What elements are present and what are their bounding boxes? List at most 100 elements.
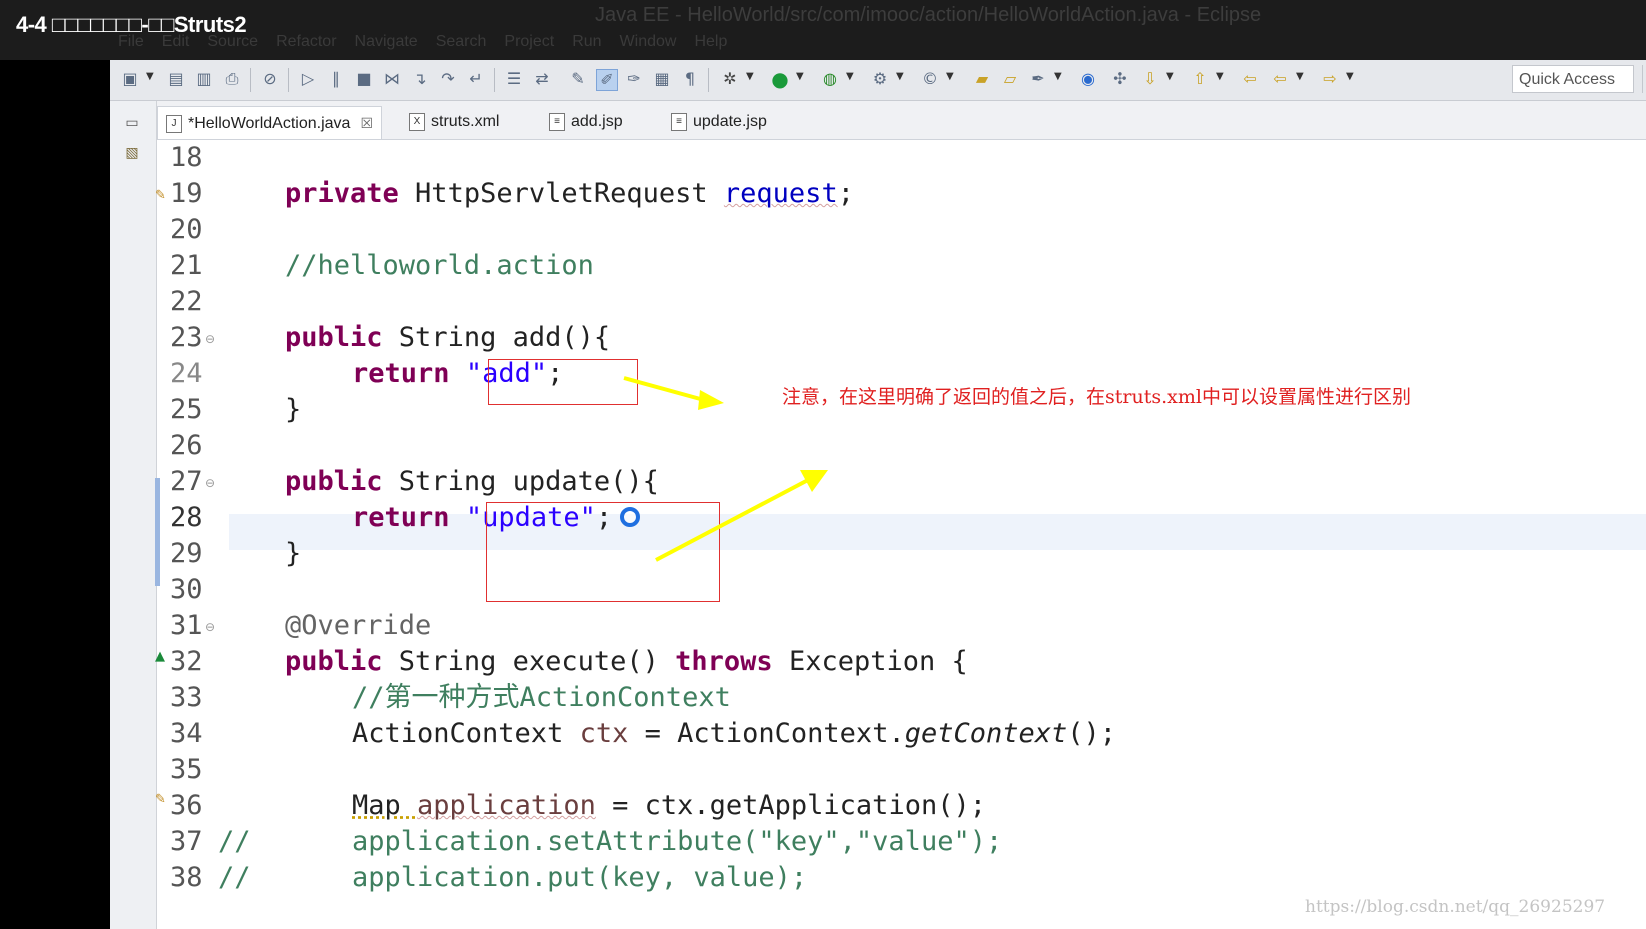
code-comment: // [218, 862, 251, 893]
run-server-icon[interactable]: ◍ [820, 69, 840, 89]
suspend-icon[interactable]: ∥ [326, 69, 346, 89]
editor-tab-bar: J *HelloWorldAction.java ☒ Xstruts.xml ≡ ad… [157, 101, 1646, 140]
annotation-icon[interactable]: ✑ [624, 69, 644, 89]
line-number: 18 [170, 142, 203, 173]
save-all-icon[interactable]: ▥ [194, 69, 214, 89]
tab-struts-xml[interactable]: Xstruts.xml [409, 106, 499, 138]
java-file-icon: J [166, 114, 182, 133]
video-title-overlay: 4-4 □□□□□□□-□□Struts2 [16, 12, 247, 37]
code-comment: //第一种方式ActionContext [352, 682, 731, 713]
new-class-icon[interactable]: © [920, 69, 940, 89]
menu-refactor[interactable]: Refactor [276, 33, 336, 55]
left-trim-bar: ▭ ▧ [110, 101, 157, 929]
tab-update-jsp[interactable]: ≡ update.jsp [671, 106, 767, 138]
xml-file-icon: X [409, 112, 425, 131]
code-line: public String add(){ [285, 320, 610, 356]
step-into-icon[interactable]: ↴ [410, 69, 430, 89]
field-name: request [723, 178, 838, 209]
menu-window[interactable]: Window [620, 33, 677, 55]
code-line: } [285, 394, 302, 425]
chevron-down-icon[interactable]: ▼ [1216, 71, 1224, 82]
chevron-down-icon[interactable]: ▼ [846, 71, 854, 82]
line-number-gutter: ✎ ▲ ✎ 18 19 20 21 22 23 ⊖ 24 25 26 27 ⊖ … [155, 140, 225, 929]
code-line: public String update(){ [285, 464, 659, 500]
prev-annotation-icon[interactable]: ⇧ [1190, 69, 1210, 89]
open-folder-icon[interactable]: ▰ [972, 69, 992, 89]
forward-icon[interactable]: ⇨ [1320, 69, 1340, 89]
line-number: 22 [170, 286, 203, 317]
chevron-down-icon[interactable]: ▼ [896, 71, 904, 82]
chevron-down-icon[interactable]: ▼ [1166, 71, 1174, 82]
code-token: = ctx.getApplication(); [595, 790, 986, 821]
quick-access-input[interactable]: Quick Access [1512, 65, 1634, 93]
search-tools-icon[interactable]: ✣ [1110, 69, 1130, 89]
terminate-icon[interactable]: ■ [354, 69, 374, 89]
block-selection-icon[interactable]: ¶ [680, 69, 700, 89]
fold-icon[interactable]: ⊖ [205, 620, 215, 634]
debug-icon[interactable]: ✲ [720, 69, 740, 89]
code-editor[interactable]: ✎ ▲ ✎ 18 19 20 21 22 23 ⊖ 24 25 26 27 ⊖ … [155, 140, 1646, 929]
warning-marker-icon[interactable]: ✎ [155, 792, 166, 807]
chevron-down-icon[interactable]: ▼ [1346, 71, 1354, 82]
fold-icon[interactable]: ⊖ [205, 476, 215, 490]
chevron-down-icon[interactable]: ▼ [146, 71, 154, 82]
skip-breakpoints-icon[interactable]: ⊘ [260, 69, 280, 89]
tab-add-jsp[interactable]: ≡ add.jsp [549, 106, 623, 138]
step-return-icon[interactable]: ↵ [466, 69, 486, 89]
pen-icon[interactable]: ✒ [1028, 69, 1048, 89]
menu-project[interactable]: Project [504, 33, 554, 55]
menu-run[interactable]: Run [572, 33, 601, 55]
code-token: String execute() [382, 646, 676, 677]
back-icon[interactable]: ⇦ [1270, 69, 1290, 89]
tab-helloworldaction[interactable]: J *HelloWorldAction.java ☒ [157, 106, 383, 139]
line-number: 31 [170, 610, 203, 641]
menu-search[interactable]: Search [436, 33, 487, 55]
fold-icon[interactable]: ⊖ [205, 332, 215, 346]
tab-label: add.jsp [571, 113, 623, 130]
save-icon[interactable]: ▤ [166, 69, 186, 89]
chevron-down-icon[interactable]: ▼ [946, 71, 954, 82]
chevron-down-icon[interactable]: ▼ [1296, 71, 1304, 82]
menu-navigate[interactable]: Navigate [355, 33, 418, 55]
chevron-down-icon[interactable]: ▼ [746, 71, 754, 82]
warning-marker-icon[interactable]: ✎ [155, 188, 166, 203]
code-line: public String execute() throws Exception… [285, 644, 968, 680]
code-token: String add(){ [382, 322, 611, 353]
chevron-down-icon[interactable]: ▼ [1054, 71, 1062, 82]
resume-icon[interactable]: ▷ [298, 69, 318, 89]
open-file-icon[interactable]: ▱ [1000, 69, 1020, 89]
mouse-cursor-indicator [620, 507, 640, 527]
local-variable: application [417, 790, 596, 821]
menu-help[interactable]: Help [694, 33, 727, 55]
package-explorer-icon[interactable]: ▧ [122, 145, 142, 165]
window-title: Java EE - HelloWorld/src/com/imooc/actio… [595, 4, 1262, 26]
step-over-icon[interactable]: ↷ [438, 69, 458, 89]
code-line: ActionContext ctx = ActionContext.getCon… [352, 716, 1116, 752]
annotation-note: 注意，在这里明确了返回的值之后，在struts.xml中可以设置属性进行区别 [782, 386, 1411, 408]
new-server-icon[interactable]: ⚙ [870, 69, 890, 89]
show-whitespace-icon[interactable]: ▦ [652, 69, 672, 89]
close-icon[interactable]: ☒ [360, 115, 373, 131]
line-number: 25 [170, 394, 203, 425]
new-icon[interactable]: ▣ [120, 69, 140, 89]
open-type-icon[interactable]: ⇄ [532, 69, 552, 89]
code-line: } [285, 538, 302, 569]
next-annotation-icon[interactable]: ⇩ [1140, 69, 1160, 89]
restore-icon[interactable]: ▭ [122, 115, 142, 135]
run-icon[interactable]: ● [770, 69, 790, 89]
line-number: 20 [170, 214, 203, 245]
line-number: 23 [170, 322, 203, 353]
disconnect-icon[interactable]: ⋈ [382, 69, 402, 89]
highlight-icon[interactable]: ✐ [596, 69, 618, 91]
main-toolbar: ▣ ▼ ▤ ▥ ⎙ ⊘ ▷ ∥ ■ ⋈ ↴ ↷ ↵ ☰ ⇄ ✎ ✐ ✑ ▦ ¶ … [110, 60, 1646, 101]
title-bar: Java EE - HelloWorld/src/com/imooc/actio… [0, 0, 1646, 60]
toggle-mark-icon[interactable]: ✎ [568, 69, 588, 89]
line-number: 36 [170, 790, 203, 821]
chevron-down-icon[interactable]: ▼ [796, 71, 804, 82]
jsp-file-icon: ≡ [671, 112, 687, 131]
print-icon[interactable]: ⎙ [222, 69, 242, 89]
override-marker-icon[interactable]: ▲ [155, 649, 165, 664]
last-edit-icon[interactable]: ⇦ [1240, 69, 1260, 89]
use-step-filters-icon[interactable]: ☰ [504, 69, 524, 89]
globe-icon[interactable]: ◉ [1078, 69, 1098, 89]
